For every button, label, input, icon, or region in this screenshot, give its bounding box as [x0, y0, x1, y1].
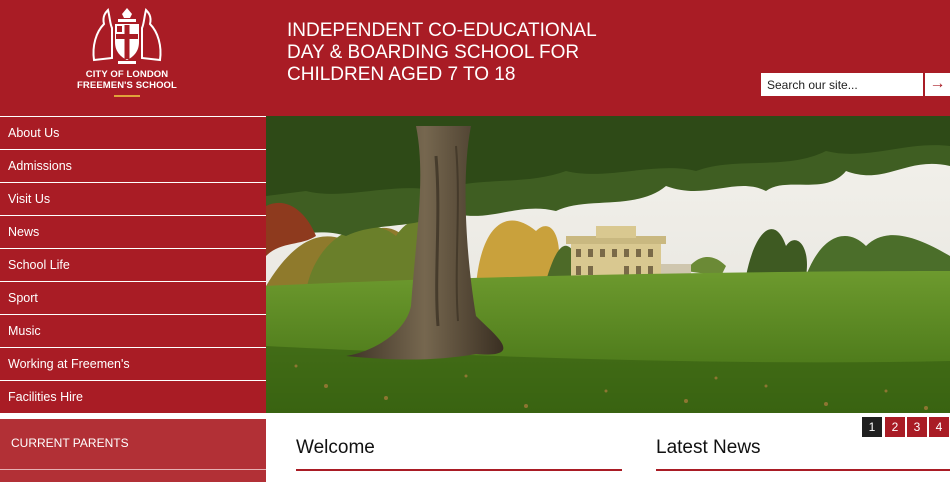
school-logo[interactable]: CITY OF LONDON FREEMEN'S SCHOOL: [74, 6, 180, 102]
tagline-line: INDEPENDENT CO-EDUCATIONAL: [287, 20, 597, 41]
welcome-divider: [296, 469, 622, 471]
divider: [0, 469, 266, 470]
tagline-line: CHILDREN AGED 7 TO 18: [287, 64, 516, 85]
nav-item-sport[interactable]: Sport: [0, 281, 266, 314]
current-parents-panel[interactable]: CURRENT PARENTS: [0, 419, 266, 482]
site-header: CITY OF LONDON FREEMEN'S SCHOOL INDEPEND…: [0, 0, 950, 116]
main-navigation: About Us Admissions Visit Us News School…: [0, 116, 266, 413]
nav-item-school-life[interactable]: School Life: [0, 248, 266, 281]
logo-underline: [114, 95, 140, 97]
search-submit-arrow-icon[interactable]: →: [925, 73, 950, 96]
pager-button-1[interactable]: 1: [862, 417, 882, 437]
welcome-heading: Welcome: [296, 437, 375, 458]
logo-text-line2: FREEMEN'S SCHOOL: [77, 80, 177, 91]
nav-item-news[interactable]: News: [0, 215, 266, 248]
pager-button-4[interactable]: 4: [929, 417, 949, 437]
tagline-line: DAY & BOARDING SCHOOL FOR: [287, 42, 580, 63]
nav-item-music[interactable]: Music: [0, 314, 266, 347]
hero-slideshow-image[interactable]: [266, 116, 950, 413]
nav-item-facilities-hire[interactable]: Facilities Hire: [0, 380, 266, 413]
pager-button-3[interactable]: 3: [907, 417, 927, 437]
school-tagline: INDEPENDENT CO-EDUCATIONAL DAY & BOARDIN…: [287, 20, 617, 86]
nav-item-visit-us[interactable]: Visit Us: [0, 182, 266, 215]
current-parents-label: CURRENT PARENTS: [11, 436, 129, 450]
search-input[interactable]: [761, 73, 923, 96]
logo-text-line1: CITY OF LONDON: [85, 69, 169, 80]
nav-item-working-at-freemens[interactable]: Working at Freemen's: [0, 347, 266, 380]
nav-item-about-us[interactable]: About Us: [0, 116, 266, 149]
pager-button-2[interactable]: 2: [885, 417, 905, 437]
latest-news-heading[interactable]: Latest News: [656, 437, 761, 459]
latest-news-divider: [656, 469, 950, 471]
campus-photo: [266, 116, 950, 413]
crest-icon: [92, 8, 162, 64]
nav-item-admissions[interactable]: Admissions: [0, 149, 266, 182]
